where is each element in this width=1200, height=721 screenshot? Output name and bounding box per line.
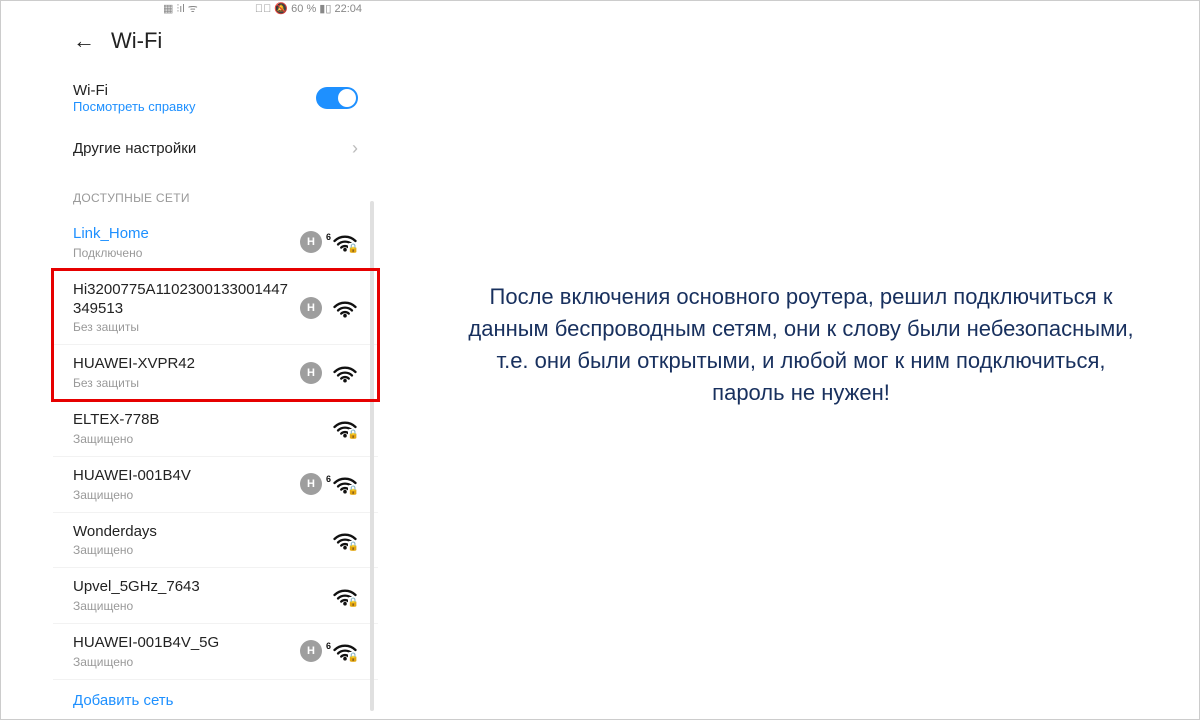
network-row[interactable]: WonderdaysЗащищено 🔒: [53, 512, 378, 568]
lock-icon: 🔒: [348, 243, 359, 254]
network-list: Link_HomeПодключеноH6🔒Hi3200775A11023001…: [53, 215, 378, 679]
lock-icon: 🔒: [348, 541, 359, 552]
network-ssid: Upvel_5GHz_7643: [73, 578, 324, 597]
wifi-signal-icon: 🔒: [332, 417, 358, 439]
wifi-signal-icon: 🔒: [332, 585, 358, 607]
network-status: Без защиты: [73, 320, 292, 334]
chevron-right-icon: ›: [352, 138, 358, 159]
network-status: Подключено: [73, 246, 292, 260]
available-networks-title: ДОСТУПНЫЕ СЕТИ: [53, 177, 378, 215]
network-status: Защищено: [73, 655, 292, 669]
wifi-toggle-label: Wi-Fi: [73, 82, 196, 99]
network-status: Защищено: [73, 599, 324, 613]
back-icon[interactable]: ←: [73, 30, 95, 52]
network-row[interactable]: HUAWEI-XVPR42 Без защиты H: [53, 344, 378, 400]
network-status: Защищено: [73, 543, 324, 557]
wifi-signal-icon: 6🔒: [332, 231, 358, 253]
lock-icon: 🔒: [348, 652, 359, 663]
network-row[interactable]: ELTEX-778B Защищено 🔒: [53, 400, 378, 456]
lock-icon: 🔒: [348, 485, 359, 496]
network-ssid: ELTEX-778B: [73, 411, 324, 430]
network-ssid: HUAWEI-XVPR42: [73, 355, 292, 374]
wifi-help-link[interactable]: Посмотреть справку: [73, 99, 196, 114]
status-left-icons: ▦ ⫶ıl ᯤ: [163, 1, 198, 16]
network-ssid: HUAWEI-001B4V: [73, 467, 292, 486]
other-settings-label: Другие настройки: [73, 140, 196, 157]
network-status: Без защиты: [73, 376, 292, 390]
wifi-toggle-row[interactable]: Wi-Fi Посмотреть справку: [53, 70, 378, 126]
network-row[interactable]: HUAWEI-001B4VЗащищеноH6🔒: [53, 456, 378, 512]
hilink-icon: H: [300, 362, 322, 384]
lock-icon: 🔒: [348, 429, 359, 440]
wifi-signal-icon: 🔒: [332, 529, 358, 551]
network-ssid: HUAWEI-001B4V_5G: [73, 634, 292, 653]
network-ssid: Link_Home: [73, 225, 292, 244]
wifi-toggle[interactable]: [316, 87, 358, 109]
wifi-signal-icon: 6🔒: [332, 640, 358, 662]
network-ssid: Wonderdays: [73, 523, 324, 542]
status-bar: ▦ ⫶ıl ᯤ ✱⃠ 🔕 60 % ▮▯ 22:04: [53, 1, 378, 16]
other-settings-row[interactable]: Другие настройки ›: [53, 126, 378, 171]
network-status: Защищено: [73, 488, 292, 502]
wifi-signal-icon: [332, 297, 358, 319]
wifi6-badge: 6: [326, 232, 331, 242]
network-row[interactable]: Hi3200775A1102300133001447349513Без защи…: [53, 270, 378, 345]
phone-screenshot: ▦ ⫶ıl ᯤ ✱⃠ 🔕 60 % ▮▯ 22:04 ← Wi-Fi Wi-Fi…: [53, 1, 378, 719]
network-row[interactable]: Upvel_5GHz_7643 Защищено 🔒: [53, 567, 378, 623]
wifi6-badge: 6: [326, 641, 331, 651]
network-status: Защищено: [73, 432, 324, 446]
wifi6-badge: 6: [326, 474, 331, 484]
lock-icon: 🔒: [348, 597, 359, 608]
screen-header: ← Wi-Fi: [53, 16, 378, 70]
network-ssid: Hi3200775A1102300133001447349513: [73, 281, 292, 319]
add-network-link[interactable]: Добавить сеть: [53, 679, 378, 721]
hilink-icon: H: [300, 473, 322, 495]
hilink-icon: H: [300, 231, 322, 253]
scrollbar[interactable]: [370, 201, 374, 711]
wifi-signal-icon: 6🔒: [332, 473, 358, 495]
wifi-signal-icon: [332, 362, 358, 384]
annotation-text: После включения основного роутера, решил…: [461, 281, 1141, 409]
hilink-icon: H: [300, 297, 322, 319]
page-title: Wi-Fi: [111, 28, 162, 54]
status-right: ✱⃠ 🔕 60 % ▮▯ 22:04: [255, 2, 362, 15]
network-row[interactable]: Link_HomeПодключеноH6🔒: [53, 215, 378, 270]
hilink-icon: H: [300, 640, 322, 662]
network-row[interactable]: HUAWEI-001B4V_5GЗащищеноH6🔒: [53, 623, 378, 679]
